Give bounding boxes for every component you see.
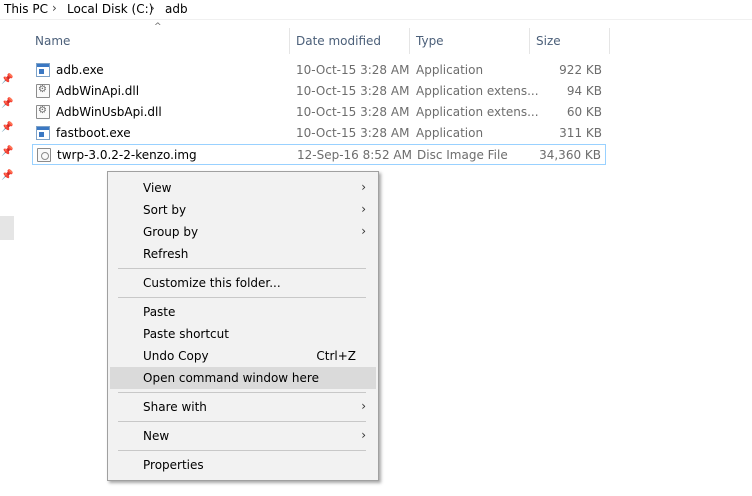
menu-separator: [118, 392, 366, 393]
column-header-size[interactable]: Size: [530, 28, 610, 54]
menu-item-paste[interactable]: Paste: [110, 301, 376, 323]
file-size: 60 KB: [566, 105, 602, 119]
file-type: Disc Image File: [417, 148, 508, 162]
menu-item-open-command-window[interactable]: Open command window here: [110, 367, 376, 389]
menu-item-label: View: [143, 181, 172, 195]
file-row[interactable]: fastboot.exe 10-Oct-15 3:28 AM Applicati…: [32, 123, 606, 144]
file-row-selected[interactable]: twrp-3.0.2-2-kenzo.img 12-Sep-16 8:52 AM…: [32, 144, 606, 165]
breadcrumb-local-disk[interactable]: Local Disk (C:): [67, 2, 153, 16]
navigation-pane: 📌 📌 📌 📌 📌: [0, 20, 14, 496]
pin-icon[interactable]: 📌: [1, 98, 13, 110]
file-row[interactable]: AdbWinApi.dll 10-Oct-15 3:28 AM Applicat…: [32, 81, 606, 102]
file-date: 10-Oct-15 3:28 AM: [296, 126, 410, 140]
menu-item-label: Paste shortcut: [143, 327, 229, 341]
menu-item-properties[interactable]: Properties: [110, 454, 376, 476]
menu-item-customize-folder[interactable]: Customize this folder...: [110, 272, 376, 294]
file-date: 10-Oct-15 3:28 AM: [296, 84, 410, 98]
breadcrumb-this-pc[interactable]: This PC: [4, 2, 48, 16]
file-date: 10-Oct-15 3:28 AM: [296, 105, 410, 119]
submenu-arrow-icon: ›: [361, 180, 366, 194]
menu-item-group-by[interactable]: Group by ›: [110, 221, 376, 243]
breadcrumb-adb[interactable]: adb: [165, 2, 188, 16]
file-name: adb.exe: [56, 63, 104, 77]
menu-item-sort-by[interactable]: Sort by ›: [110, 199, 376, 221]
file-type: Application: [416, 63, 484, 77]
pin-icon[interactable]: 📌: [1, 146, 13, 158]
menu-item-refresh[interactable]: Refresh: [110, 243, 376, 265]
menu-separator: [118, 268, 366, 269]
menu-item-label: Open command window here: [143, 371, 319, 385]
submenu-arrow-icon: ›: [361, 399, 366, 413]
menu-separator: [118, 297, 366, 298]
pin-icon[interactable]: 📌: [1, 74, 13, 86]
menu-item-label: Properties: [143, 458, 204, 472]
file-date: 10-Oct-15 3:28 AM: [296, 63, 410, 77]
exe-icon: [36, 63, 50, 77]
submenu-arrow-icon: ›: [361, 428, 366, 442]
file-name: twrp-3.0.2-2-kenzo.img: [57, 148, 197, 162]
menu-item-share-with[interactable]: Share with ›: [110, 396, 376, 418]
menu-item-label: New: [143, 429, 170, 443]
column-header-name[interactable]: Name: [29, 28, 290, 54]
menu-item-paste-shortcut[interactable]: Paste shortcut: [110, 323, 376, 345]
file-row[interactable]: AdbWinUsbApi.dll 10-Oct-15 3:28 AM Appli…: [32, 102, 606, 123]
column-header-type[interactable]: Type: [410, 28, 530, 54]
nav-selected-item[interactable]: [0, 216, 14, 240]
pin-icon[interactable]: 📌: [1, 170, 13, 182]
menu-item-view[interactable]: View ›: [110, 177, 376, 199]
submenu-arrow-icon: ›: [361, 202, 366, 216]
file-name: fastboot.exe: [56, 126, 131, 140]
breadcrumb: This PC › Local Disk (C:) › adb: [0, 0, 752, 20]
menu-item-label: Customize this folder...: [143, 276, 281, 290]
breadcrumb-separator-icon[interactable]: ›: [150, 1, 155, 15]
file-size: 34,360 KB: [539, 148, 601, 162]
menu-item-label: Refresh: [143, 247, 189, 261]
menu-separator: [118, 421, 366, 422]
menu-item-label: Undo Copy: [143, 349, 209, 363]
pin-icon[interactable]: 📌: [1, 122, 13, 134]
menu-item-shortcut: Ctrl+Z: [316, 349, 356, 363]
file-type: Application extens...: [416, 84, 539, 98]
menu-item-label: Paste: [143, 305, 176, 319]
file-type: Application: [416, 126, 484, 140]
file-size: 311 KB: [559, 126, 602, 140]
dll-icon: [36, 84, 50, 98]
file-size: 94 KB: [566, 84, 602, 98]
breadcrumb-separator-icon[interactable]: ›: [52, 1, 57, 15]
file-name: AdbWinUsbApi.dll: [56, 105, 162, 119]
file-date: 12-Sep-16 8:52 AM: [297, 148, 412, 162]
exe-icon: [36, 126, 50, 140]
file-type: Application extens...: [416, 105, 539, 119]
file-name: AdbWinApi.dll: [56, 84, 140, 98]
menu-separator: [118, 450, 366, 451]
dll-icon: [36, 105, 50, 119]
submenu-arrow-icon: ›: [361, 224, 366, 238]
menu-item-new[interactable]: New ›: [110, 425, 376, 447]
file-size: 922 KB: [559, 63, 602, 77]
file-row[interactable]: adb.exe 10-Oct-15 3:28 AM Application 92…: [32, 60, 606, 81]
menu-item-label: Sort by: [143, 203, 187, 217]
disc-image-icon: [37, 148, 51, 162]
column-header-date[interactable]: Date modified: [290, 28, 410, 54]
context-menu: View › Sort by › Group by › Refresh Cust…: [107, 171, 379, 481]
menu-item-label: Group by: [143, 225, 199, 239]
menu-item-label: Share with: [143, 400, 207, 414]
menu-item-undo-copy[interactable]: Undo Copy Ctrl+Z: [110, 345, 376, 367]
